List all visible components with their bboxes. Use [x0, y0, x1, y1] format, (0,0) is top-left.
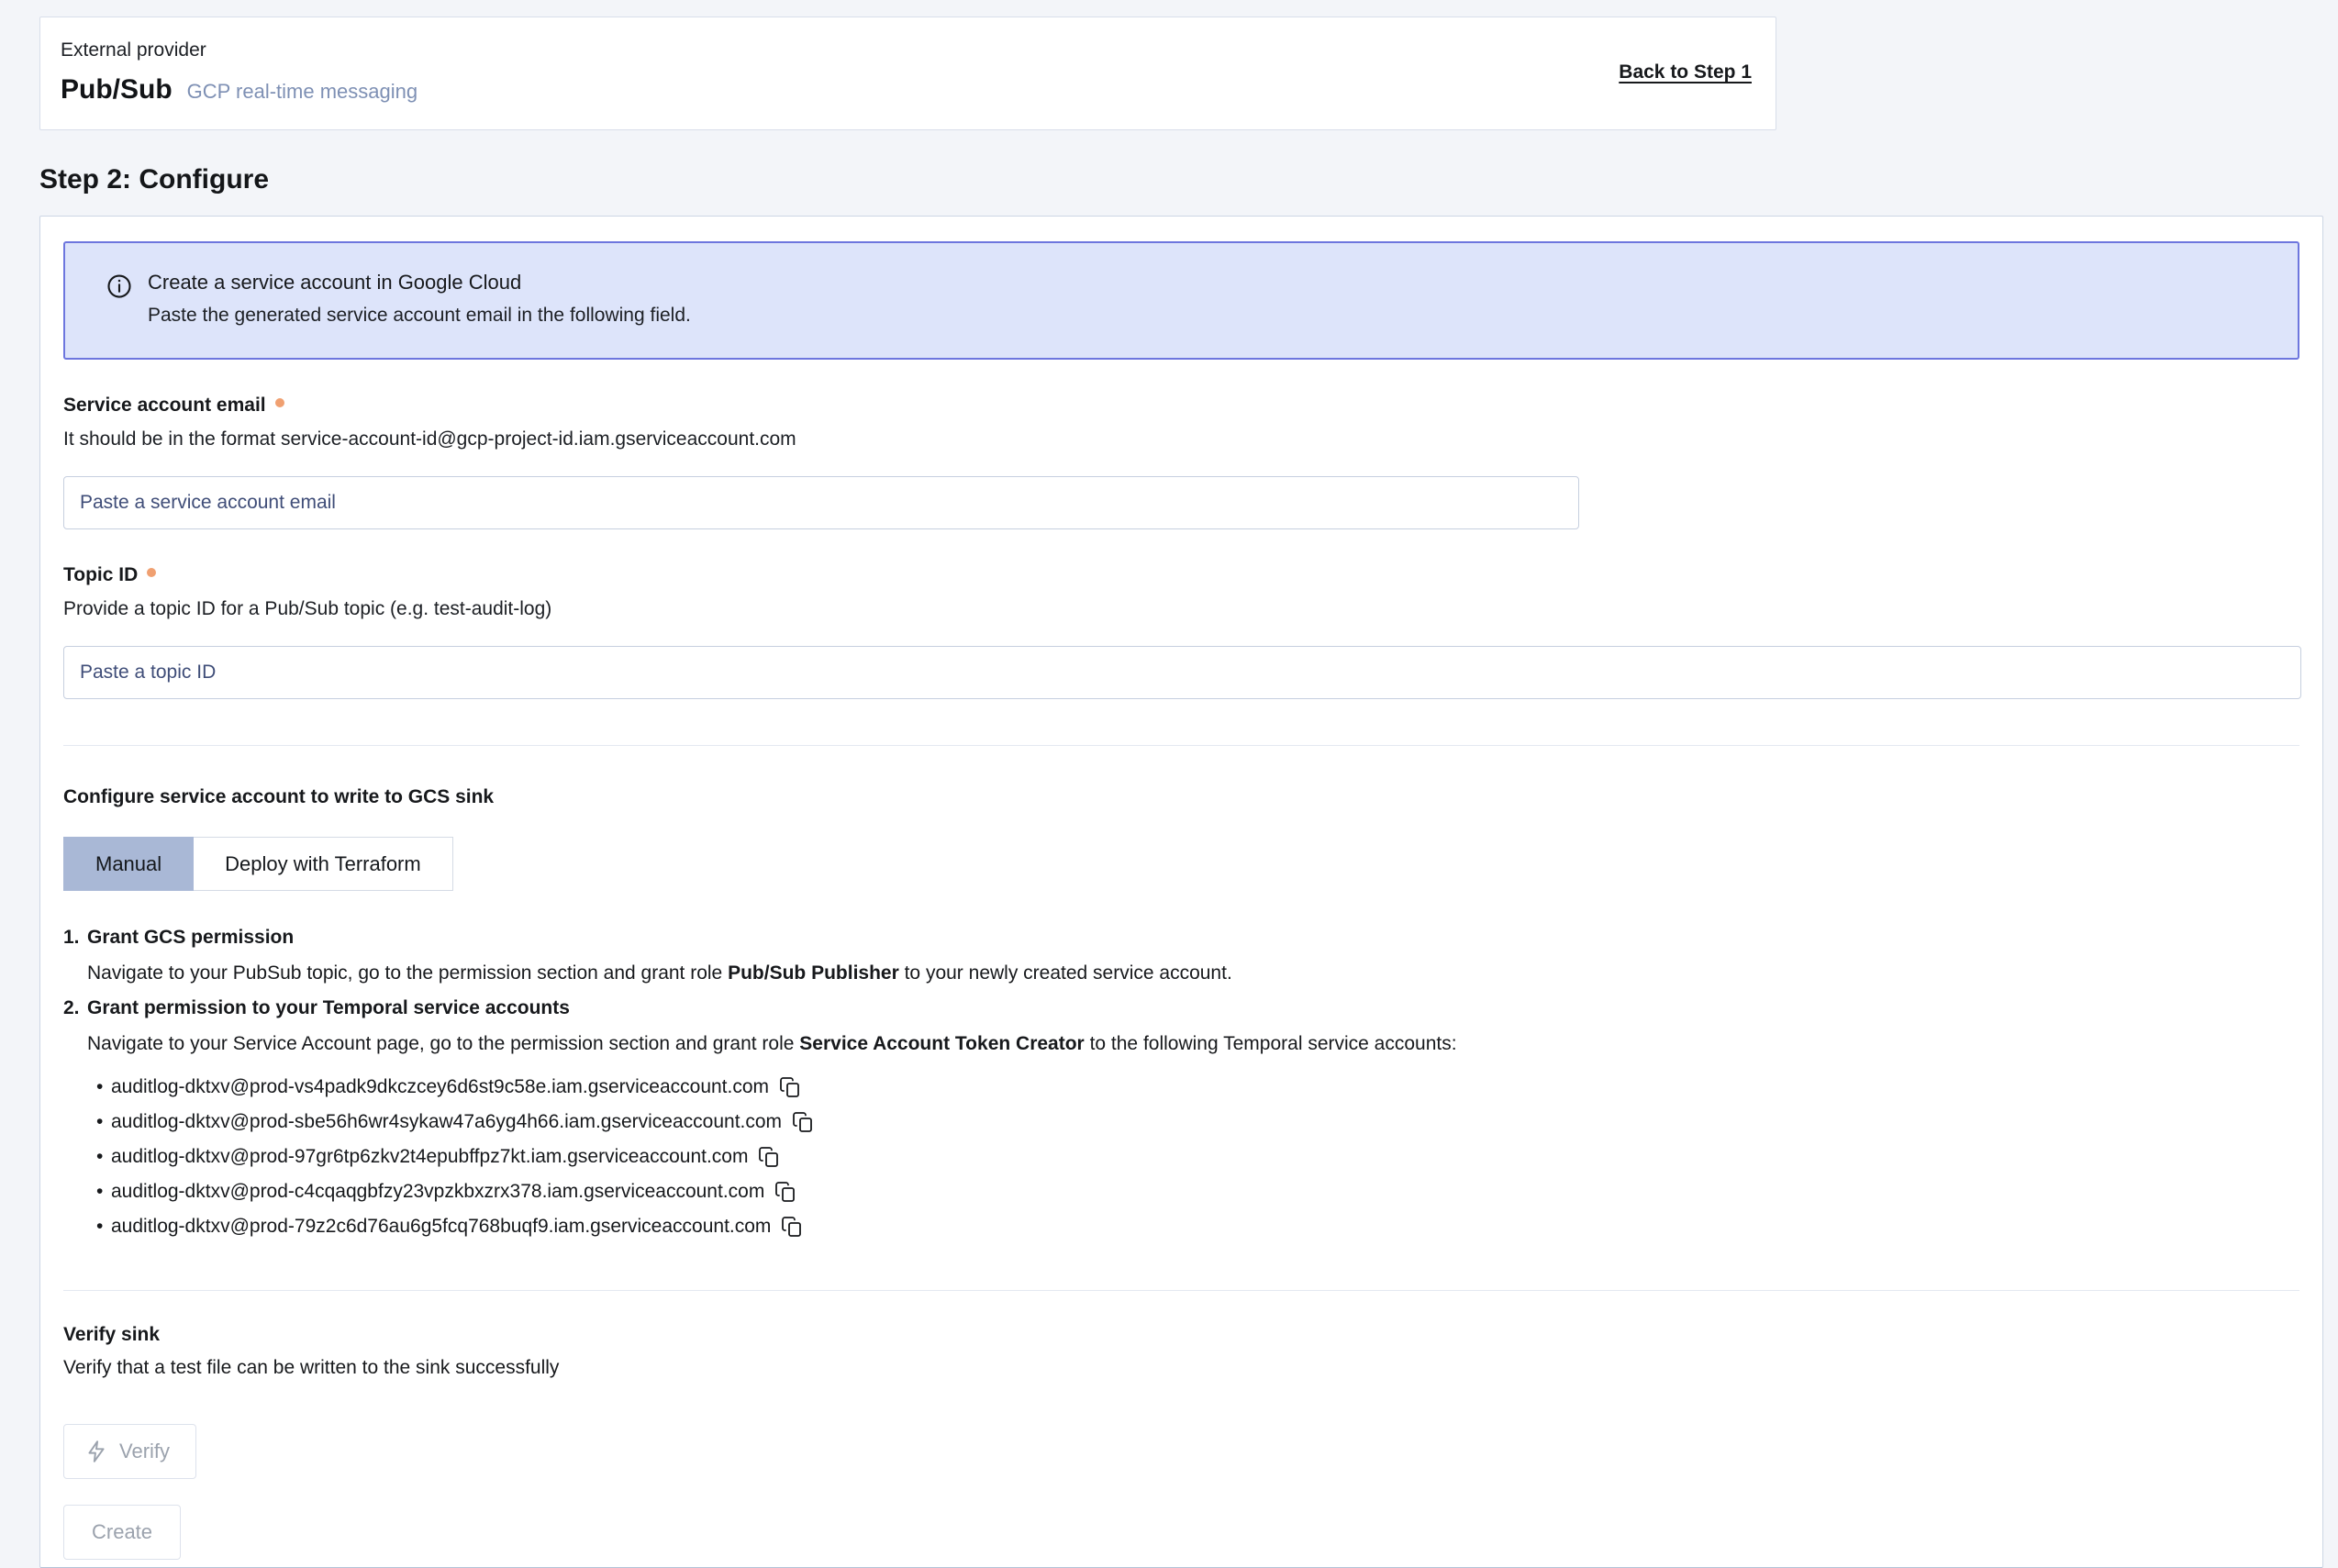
topic-id-label: Topic ID	[63, 564, 138, 586]
service-account-email: auditlog-dktxv@prod-79z2c6d76au6g5fcq768…	[111, 1209, 771, 1244]
verify-button-label: Verify	[119, 1440, 170, 1463]
list-item: • auditlog-dktxv@prod-c4cqaqgbfzy23vpzkb…	[96, 1174, 2299, 1209]
temporal-service-accounts-list: • auditlog-dktxv@prod-vs4padk9dkczcey6d6…	[96, 1070, 2299, 1244]
list-item: • auditlog-dktxv@prod-sbe56h6wr4sykaw47a…	[96, 1105, 2299, 1140]
bullet: •	[96, 1105, 111, 1140]
configure-card: Create a service account in Google Cloud…	[39, 216, 2323, 1568]
create-button-label: Create	[92, 1520, 152, 1544]
step-body: Navigate to your Service Account page, g…	[87, 1027, 2299, 1062]
service-account-email-helper: It should be in the format service-accou…	[63, 428, 2299, 450]
lightning-icon	[84, 1440, 108, 1463]
back-to-step-1-link[interactable]: Back to Step 1	[1619, 61, 1752, 83]
info-banner-body: Paste the generated service account emai…	[148, 305, 691, 327]
tab-deploy-terraform[interactable]: Deploy with Terraform	[194, 837, 453, 891]
provider-name: Pub/Sub	[61, 74, 173, 106]
verify-button[interactable]: Verify	[63, 1424, 196, 1479]
bullet: •	[96, 1070, 111, 1105]
step-body-text: to your newly created service account.	[899, 962, 1232, 984]
step-body-text: to the following Temporal service accoun…	[1085, 1033, 1457, 1054]
section-divider	[63, 1290, 2299, 1291]
manual-steps: 1. Grant GCS permission Navigate to your…	[63, 920, 2299, 1062]
create-button[interactable]: Create	[63, 1505, 181, 1560]
topic-id-input[interactable]	[63, 646, 2301, 699]
service-account-email-label: Service account email	[63, 395, 266, 417]
step-title: Grant GCS permission	[87, 920, 2299, 955]
copy-icon[interactable]	[780, 1215, 804, 1239]
required-dot	[147, 568, 156, 577]
info-banner-text: Create a service account in Google Cloud…	[148, 271, 691, 327]
verify-sink-helper: Verify that a test file can be written t…	[63, 1357, 2299, 1379]
info-banner-title: Create a service account in Google Cloud	[148, 271, 691, 295]
section-divider	[63, 745, 2299, 746]
copy-icon[interactable]	[778, 1075, 802, 1099]
service-account-email: auditlog-dktxv@prod-97gr6tp6zkv2t4epubff…	[111, 1140, 748, 1174]
step-grant-gcs-permission: 1. Grant GCS permission Navigate to your…	[63, 920, 2299, 991]
step-body-text: Navigate to your Service Account page, g…	[87, 1033, 799, 1054]
service-account-email: auditlog-dktxv@prod-vs4padk9dkczcey6d6st…	[111, 1070, 769, 1105]
topic-id-helper: Provide a topic ID for a Pub/Sub topic (…	[63, 598, 2299, 620]
step-number: 1.	[63, 920, 87, 955]
sink-tabs: Manual Deploy with Terraform	[63, 837, 2299, 891]
copy-icon[interactable]	[757, 1145, 781, 1169]
step-grant-temporal-permission: 2. Grant permission to your Temporal ser…	[63, 991, 2299, 1062]
service-account-email-input[interactable]	[63, 476, 1579, 529]
sink-section-heading: Configure service account to write to GC…	[63, 786, 2299, 808]
tab-manual[interactable]: Manual	[63, 837, 194, 891]
step-title: Grant permission to your Temporal servic…	[87, 991, 2299, 1026]
info-icon	[106, 272, 133, 300]
page-title: Step 2: Configure	[39, 164, 2338, 195]
provider-subtitle: GCP real-time messaging	[187, 80, 418, 104]
provider-card: External provider Pub/Sub GCP real-time …	[39, 17, 1776, 130]
list-item: • auditlog-dktxv@prod-79z2c6d76au6g5fcq7…	[96, 1209, 2299, 1244]
role-name: Pub/Sub Publisher	[728, 962, 899, 984]
copy-icon[interactable]	[774, 1180, 797, 1204]
info-banner: Create a service account in Google Cloud…	[63, 241, 2299, 360]
role-name: Service Account Token Creator	[799, 1033, 1084, 1054]
service-account-email: auditlog-dktxv@prod-c4cqaqgbfzy23vpzkbxz…	[111, 1174, 764, 1209]
step-number: 2.	[63, 991, 87, 1026]
list-item: • auditlog-dktxv@prod-vs4padk9dkczcey6d6…	[96, 1070, 2299, 1105]
provider-info: External provider Pub/Sub GCP real-time …	[61, 39, 418, 106]
provider-eyebrow: External provider	[61, 39, 418, 61]
bullet: •	[96, 1140, 111, 1174]
step-body: Navigate to your PubSub topic, go to the…	[87, 956, 2299, 991]
verify-sink-heading: Verify sink	[63, 1324, 2299, 1346]
required-dot	[275, 398, 284, 407]
copy-icon[interactable]	[791, 1110, 815, 1134]
bullet: •	[96, 1174, 111, 1209]
list-item: • auditlog-dktxv@prod-97gr6tp6zkv2t4epub…	[96, 1140, 2299, 1174]
service-account-email: auditlog-dktxv@prod-sbe56h6wr4sykaw47a6y…	[111, 1105, 782, 1140]
step-body-text: Navigate to your PubSub topic, go to the…	[87, 962, 728, 984]
bullet: •	[96, 1209, 111, 1244]
